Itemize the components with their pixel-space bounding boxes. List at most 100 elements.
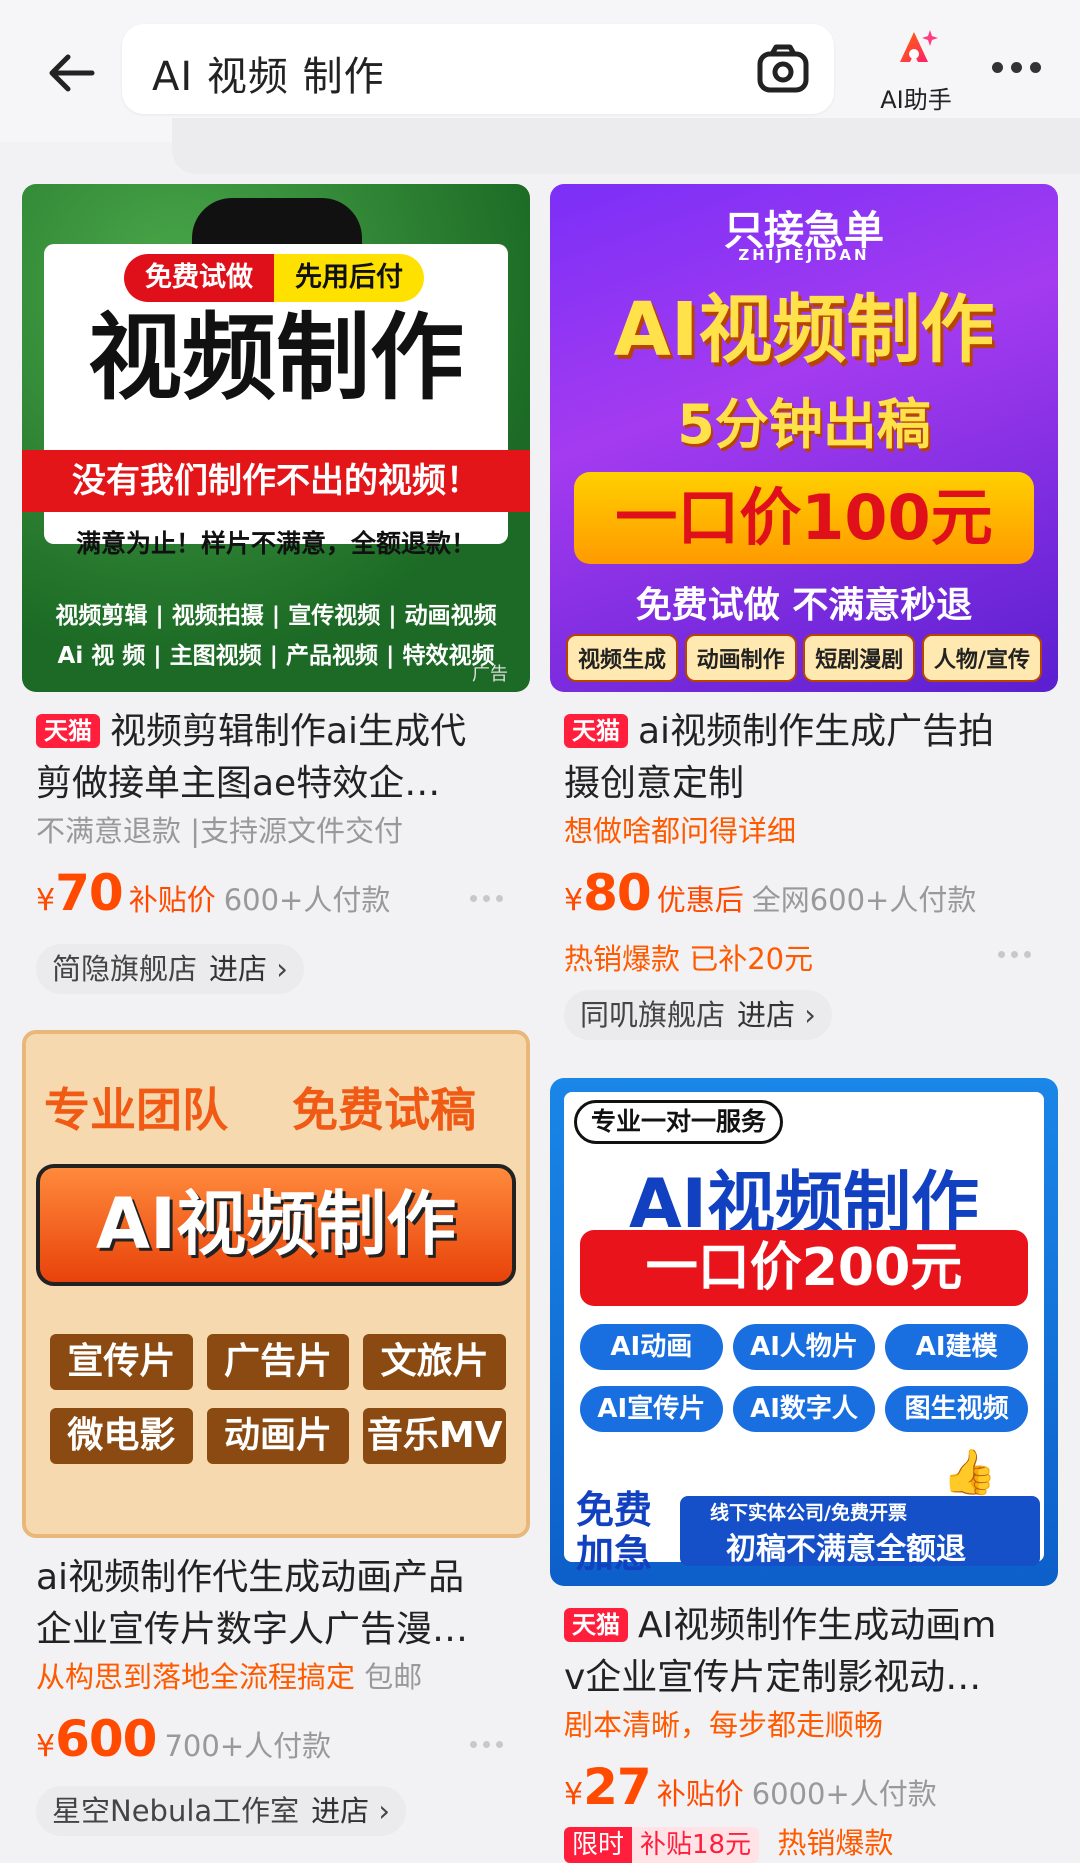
- product-title-line1: 视频剪辑制作ai生成代: [110, 711, 467, 752]
- enter-shop-label: 进店: [209, 952, 268, 986]
- hot-sale-label: 热销爆款: [777, 1826, 894, 1860]
- product-title-line2: 摄创意定制: [564, 763, 745, 804]
- payers-count: 6000+人付款: [751, 1777, 937, 1811]
- poster-badge-pay-later: 先用后付: [274, 254, 424, 302]
- camera-icon[interactable]: [756, 42, 810, 96]
- more-dots-icon[interactable]: [464, 1734, 508, 1754]
- payers-count: 700+人付款: [164, 1729, 332, 1763]
- product-subtitle: 剧本清晰，每步都走顺畅: [564, 1708, 884, 1742]
- poster-bottom-right: 初稿不满意全额退: [726, 1532, 966, 1567]
- currency-symbol: ¥: [564, 883, 584, 918]
- poster-top-sub: ZHIJIEJIDAN: [738, 246, 870, 264]
- poster-chip: 广告片: [206, 1334, 350, 1390]
- poster-chip: 短剧漫剧: [803, 634, 916, 682]
- product-subtitle: 想做啥都问得详细: [564, 814, 797, 848]
- more-options-icon[interactable]: [986, 44, 1046, 90]
- tmall-badge: 天猫: [36, 714, 100, 748]
- product-card[interactable]: 专业一对一服务 AI视频制作 一口价200元 AI动画 AI人物片 AI建模 A…: [550, 1078, 1058, 1863]
- enter-shop-label: 进店: [311, 1794, 370, 1828]
- price-tag: 优惠后: [656, 883, 744, 917]
- currency-symbol: ¥: [36, 883, 56, 918]
- poster-red-banner: 没有我们制作不出的视频！: [22, 450, 530, 512]
- poster-top-right: 免费试稿: [292, 1083, 476, 1137]
- tmall-badge: 天猫: [564, 1608, 628, 1642]
- shop-link[interactable]: 同叽旗舰店 进店 ›: [564, 990, 832, 1040]
- poster-services-row2: Ai 视 频 | 主图视频 | 产品视频 | 特效视频: [57, 643, 495, 669]
- poster-headline: AI视频制作: [613, 287, 995, 373]
- price-value: 80: [583, 864, 652, 922]
- more-dots-icon[interactable]: [464, 888, 508, 908]
- poster-chip: 文旅片: [363, 1334, 506, 1390]
- thumbs-up-icon: 👍: [942, 1447, 997, 1498]
- poster-chip: 动画制作: [684, 634, 797, 682]
- product-image[interactable]: 只接急单 ZHIJIEJIDAN AI视频制作 5分钟出稿 一口价100元 免费…: [550, 184, 1058, 692]
- poster-chips: 视频生成 动画制作 短剧漫剧 人物/宣传: [566, 634, 1042, 682]
- shop-name: 同叽旗舰店: [580, 998, 726, 1032]
- poster-headline: AI视频制作: [36, 1164, 516, 1286]
- shop-name: 星空Nebula工作室: [52, 1794, 300, 1828]
- chevron-right-icon: ›: [369, 1794, 390, 1828]
- poster-chip: 视频生成: [566, 634, 679, 682]
- poster-line4: 免费试做 不满意秒退: [635, 585, 973, 626]
- poster-bottom-left: 免费加急: [575, 1488, 652, 1576]
- more-dots-icon[interactable]: [992, 944, 1036, 964]
- filter-bar-edge: [172, 118, 1080, 174]
- poster-price-line: 一口价100元: [574, 472, 1034, 564]
- product-title-line2: 剪做接单主图ae特效企…: [36, 763, 441, 804]
- product-title-line1: ai视频制作生成广告拍: [638, 711, 995, 752]
- ai-assistant-icon: [900, 30, 938, 62]
- poster-chip: 人物/宣传: [921, 634, 1042, 682]
- poster-top-badge: 专业一对一服务: [574, 1100, 784, 1144]
- product-title-line1: AI视频制作生成动画m: [638, 1605, 997, 1646]
- shop-link[interactable]: 简隐旗舰店 进店 ›: [36, 944, 304, 994]
- product-subtitle: 从构思到落地全流程搞定 包邮: [36, 1654, 422, 1696]
- payers-count: 600+人付款: [223, 883, 391, 917]
- chevron-right-icon: ›: [267, 952, 288, 986]
- product-card[interactable]: 专业团队 免费试稿 AI视频制作 宣传片 广告片 文旅片 微电影 动画片 音乐M…: [22, 1030, 530, 1850]
- subtitle-highlight: 从构思到落地全流程搞定: [36, 1660, 356, 1694]
- shop-link[interactable]: 星空Nebula工作室 进店 ›: [36, 1786, 406, 1836]
- product-image[interactable]: 专业团队 免费试稿 AI视频制作 宣传片 广告片 文旅片 微电影 动画片 音乐M…: [22, 1030, 530, 1538]
- product-subtitle: 不满意退款 |支持源文件交付: [36, 814, 403, 848]
- chevron-right-icon: ›: [795, 998, 816, 1032]
- product-card[interactable]: 免费试做 先用后付 视频制作 没有我们制作不出的视频！ 满意为止！样片不满意，全…: [22, 184, 530, 1004]
- price-row: ¥80 优惠后 全网600+人付款: [564, 864, 976, 922]
- product-title[interactable]: 天猫 ai视频制作生成广告拍 摄创意定制: [564, 706, 1054, 810]
- poster-chip: AI建模: [885, 1324, 1028, 1370]
- poster-services-row1: 视频剪辑 | 视频拍摄 | 宣传视频 | 动画视频: [55, 603, 497, 629]
- product-title[interactable]: 天猫 AI视频制作生成动画m v企业宣传片定制影视动…: [564, 1600, 1054, 1704]
- poster-chip: 动画片: [206, 1408, 350, 1464]
- product-image[interactable]: 专业一对一服务 AI视频制作 一口价200元 AI动画 AI人物片 AI建模 A…: [550, 1078, 1058, 1586]
- shop-name: 简隐旗舰店: [52, 952, 198, 986]
- poster-chip: AI数字人: [732, 1386, 876, 1432]
- subsidy-badge: 补贴18元: [632, 1827, 760, 1863]
- product-image[interactable]: 免费试做 先用后付 视频制作 没有我们制作不出的视频！ 满意为止！样片不满意，全…: [22, 184, 530, 692]
- price-tag: 补贴价: [128, 883, 216, 917]
- search-input[interactable]: AI 视频 制作: [122, 24, 834, 114]
- promo-row: 限时 补贴18元 热销爆款: [564, 1820, 893, 1863]
- enter-shop-label: 进店: [737, 998, 796, 1032]
- poster-headline: 视频制作: [87, 304, 464, 413]
- back-arrow-icon[interactable]: [38, 38, 104, 108]
- poster-badge-free-trial: 免费试做: [124, 254, 274, 302]
- poster-chip: AI动画: [580, 1324, 723, 1370]
- poster-chip: AI人物片: [732, 1324, 876, 1370]
- poster-chip: 宣传片: [50, 1334, 193, 1390]
- price-value: 70: [55, 864, 124, 922]
- price-row: ¥70 补贴价 600+人付款: [36, 864, 390, 922]
- poster-chip: 图生视频: [885, 1386, 1028, 1432]
- product-card[interactable]: 只接急单 ZHIJIEJIDAN AI视频制作 5分钟出稿 一口价100元 免费…: [550, 184, 1058, 1044]
- product-title[interactable]: ai视频制作代生成动画产品 企业宣传片数字人广告漫…: [36, 1552, 526, 1656]
- free-shipping-label: 包邮: [364, 1660, 423, 1694]
- price-value: 600: [55, 1710, 157, 1768]
- search-query-text: AI 视频 制作: [152, 54, 385, 100]
- poster-line2: 5分钟出稿: [677, 393, 931, 456]
- poster-price-line: 一口价200元: [580, 1230, 1028, 1306]
- product-title-line1: ai视频制作代生成动画产品: [36, 1557, 465, 1598]
- price-value: 27: [583, 1758, 652, 1816]
- payers-count: 全网600+人付款: [751, 883, 977, 917]
- product-title[interactable]: 天猫 视频剪辑制作ai生成代 剪做接单主图ae特效企…: [36, 706, 526, 810]
- ai-assistant-button[interactable]: AI助手: [866, 24, 966, 114]
- limited-time-badge: 限时: [564, 1827, 633, 1863]
- poster-chip: 微电影: [50, 1408, 193, 1464]
